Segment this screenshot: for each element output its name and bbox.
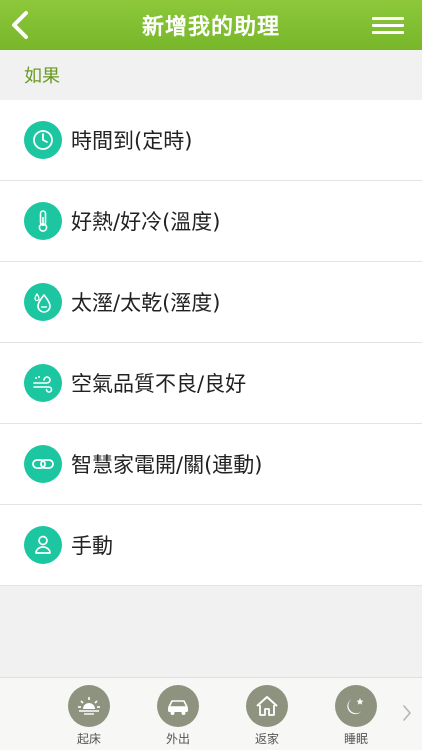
scene-label: 外出 bbox=[165, 732, 190, 746]
trigger-item-air-quality[interactable]: 空氣品質不良/良好 bbox=[0, 343, 422, 424]
air-quality-icon bbox=[24, 364, 62, 402]
page-title: 新增我的助理 bbox=[141, 15, 280, 40]
trigger-label: 空氣品質不良/良好 bbox=[71, 372, 247, 396]
thermometer-icon bbox=[24, 202, 62, 240]
trigger-item-temperature[interactable]: 好熱/好冷(溫度) bbox=[0, 181, 422, 262]
trigger-label: 太溼/太乾(溼度) bbox=[71, 291, 221, 315]
back-arrow-icon[interactable] bbox=[8, 9, 32, 41]
trigger-label: 好熱/好冷(溫度) bbox=[71, 210, 221, 234]
scene-going-out[interactable]: 外出 bbox=[146, 685, 210, 747]
link-icon bbox=[24, 445, 62, 483]
trigger-item-manual[interactable]: 手動 bbox=[0, 505, 422, 586]
sunrise-icon bbox=[68, 685, 110, 727]
humidity-icon bbox=[24, 283, 62, 321]
scene-label: 起床 bbox=[76, 732, 101, 746]
person-icon bbox=[24, 526, 62, 564]
scene-label: 返家 bbox=[254, 732, 279, 746]
scene-bar: 起床 外出 返家 睡眠 bbox=[0, 677, 422, 750]
section-label-if: 如果 bbox=[0, 50, 422, 100]
trigger-label: 手動 bbox=[71, 534, 113, 558]
trigger-label: 時間到(定時) bbox=[71, 129, 193, 153]
scene-label: 睡眠 bbox=[343, 732, 368, 746]
scene-wake-up[interactable]: 起床 bbox=[57, 685, 121, 747]
trigger-item-humidity[interactable]: 太溼/太乾(溼度) bbox=[0, 262, 422, 343]
moon-icon bbox=[335, 685, 377, 727]
home-icon bbox=[246, 685, 288, 727]
scene-sleep[interactable]: 睡眠 bbox=[324, 685, 388, 747]
menu-icon[interactable] bbox=[372, 17, 404, 35]
trigger-list: 時間到(定時) 好熱/好冷(溫度) 太溼/太乾(溼度) 空氣品質不良/良好 智慧… bbox=[0, 100, 422, 586]
trigger-item-appliance-link[interactable]: 智慧家電開/關(連動) bbox=[0, 424, 422, 505]
chevron-right-icon[interactable] bbox=[402, 704, 412, 722]
clock-icon bbox=[24, 121, 62, 159]
trigger-label: 智慧家電開/關(連動) bbox=[71, 453, 263, 477]
car-icon bbox=[157, 685, 199, 727]
header-bar: 新增我的助理 bbox=[0, 0, 422, 50]
scene-coming-home[interactable]: 返家 bbox=[235, 685, 299, 747]
trigger-item-time[interactable]: 時間到(定時) bbox=[0, 100, 422, 181]
